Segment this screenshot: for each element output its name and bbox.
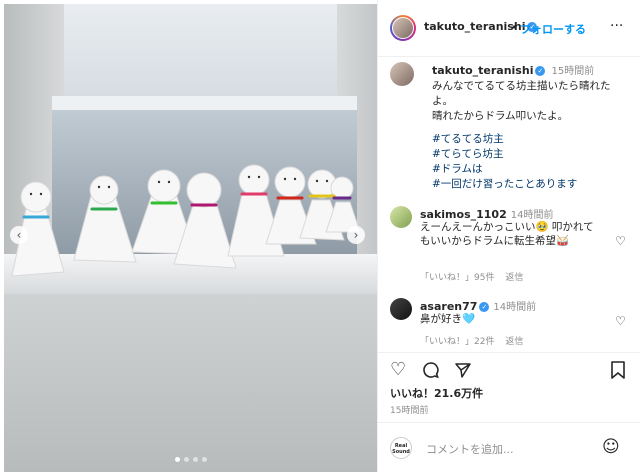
avatar[interactable] <box>390 206 412 228</box>
avatar[interactable] <box>390 298 412 320</box>
comment-username[interactable]: sakimos_1102 14時間前 <box>420 206 553 221</box>
avatar[interactable] <box>390 62 414 86</box>
comment-icon[interactable] <box>422 361 440 379</box>
caption-text: みんなでてるてる坊主描いたら晴れたよ。 晴れたからドラム叩いたよ。 <box>432 79 622 124</box>
post-image[interactable] <box>4 4 377 472</box>
teru-teru-bozu-dolls <box>11 164 361 277</box>
carousel-dot[interactable] <box>192 457 198 462</box>
bookmark-icon[interactable] <box>610 361 626 379</box>
caption-hashtags: #てるてる坊主 #てらてら坊主 #ドラムは #一回だけ習ったことあります <box>432 132 577 192</box>
comment-composer: Real Sound コメントを追加... ☺ <box>378 422 640 473</box>
post-sidebar: takuto_teranishi ✓ • フォローする ··· takuto_te… <box>377 0 640 472</box>
realsound-logo: Real Sound <box>390 437 412 459</box>
post-actions: ♡ いいね！21.6万件 15時間前 <box>378 352 640 423</box>
hashtag-link[interactable]: #一回だけ習ったことあります <box>432 177 577 192</box>
carousel-dots <box>174 457 207 462</box>
caption-line: 晴れたからドラム叩いたよ。 <box>432 110 569 122</box>
like-count[interactable]: いいね！21.6万件 <box>390 385 483 401</box>
carousel-dot[interactable] <box>174 457 180 462</box>
verified-badge-icon: ✓ <box>535 66 546 76</box>
caption-time: 15時間前 <box>551 66 595 77</box>
comment-text: えーんえーんかっこいい🥹 叩かれてもいいからドラムに転生希望🥁 <box>420 221 594 247</box>
comment-like-count[interactable]: 「いいね！」95件 <box>420 273 494 283</box>
story-ring[interactable] <box>390 15 416 41</box>
carousel-dot[interactable] <box>201 457 207 462</box>
chevron-right-icon[interactable]: › <box>347 226 365 244</box>
hashtag-link[interactable]: #ドラムは <box>432 162 577 177</box>
comment-input[interactable]: コメントを追加... <box>426 441 514 457</box>
heart-icon[interactable]: ♡ <box>390 361 406 379</box>
comment-like-icon[interactable]: ♡ <box>615 234 626 248</box>
hashtag-link[interactable]: #てらてら坊主 <box>432 147 577 162</box>
reply-button[interactable]: 返信 <box>505 337 523 347</box>
comment-like-count[interactable]: 「いいね！」22件 <box>420 337 494 347</box>
comment-username[interactable]: asaren77 ✓ 14時間前 <box>420 298 536 313</box>
hashtag-link[interactable]: #てるてる坊主 <box>432 132 577 147</box>
chevron-left-icon[interactable]: ‹ <box>10 226 28 244</box>
caption-username[interactable]: takuto_teranishi ✓ 15時間前 <box>432 62 594 77</box>
reply-button[interactable]: 返信 <box>505 273 523 283</box>
verified-badge-icon: ✓ <box>479 302 490 312</box>
comment-text: 鼻が好き🩵 <box>420 313 476 325</box>
avatar[interactable] <box>392 17 414 39</box>
caption-line: みんなでてるてる坊主描いたら晴れたよ。 <box>432 80 611 107</box>
post-timestamp[interactable]: 15時間前 <box>390 403 428 416</box>
emoji-icon[interactable]: ☺ <box>602 437 620 457</box>
share-icon[interactable] <box>454 361 472 379</box>
follow-separator: • <box>511 21 518 34</box>
follow-button[interactable]: フォローする <box>520 21 586 37</box>
post-header: takuto_teranishi ✓ • フォローする ··· <box>378 0 640 57</box>
more-options-icon[interactable]: ··· <box>610 18 623 34</box>
carousel-dot[interactable] <box>183 457 189 462</box>
username-text[interactable]: takuto_teranishi <box>432 64 533 77</box>
comment-like-icon[interactable]: ♡ <box>615 314 626 328</box>
instagram-post-window: ‹ › takuto_teranishi ✓ • フォローする ··· takut… <box>0 0 640 472</box>
